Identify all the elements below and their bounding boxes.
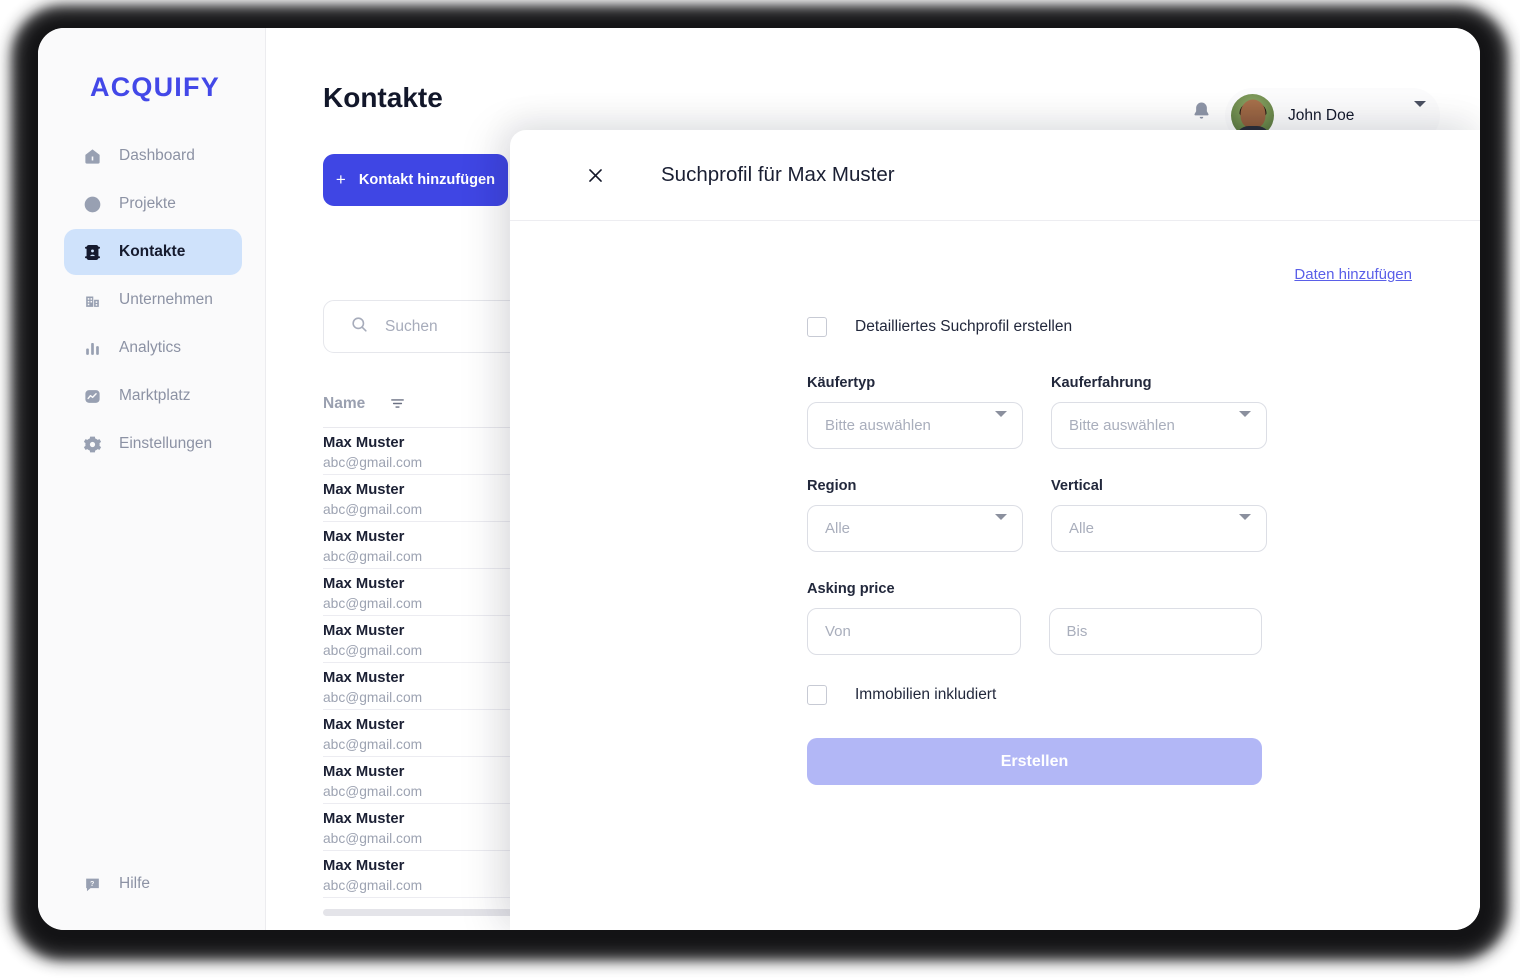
chevron-down-icon [1239,514,1251,537]
sidebar-item-label: Analytics [119,339,182,356]
region-select[interactable]: Alle [807,505,1023,552]
sidebar-nav: Dashboard Projekte Kontakte Unternehmen [64,133,242,469]
vertical-value: Alle [1069,520,1095,537]
buyer-experience-group: Kauferfahrung Bitte auswählen [1051,375,1267,449]
field-row-2: Region Alle Vertical Alle [807,478,1267,552]
sidebar-item-label: Einstellungen [119,435,213,452]
buyer-type-value: Bitte auswählen [825,417,931,434]
sidebar-item-label: Dashboard [119,147,195,164]
asking-price-to-placeholder: Bis [1066,623,1088,640]
column-header-name: Name [323,394,366,412]
asking-price-to-input[interactable]: Bis [1048,608,1262,655]
bar-chart-icon [82,338,102,358]
chevron-down-icon [1239,411,1251,434]
sidebar-item-unternehmen[interactable]: Unternehmen [64,277,242,323]
buyer-experience-value: Bitte auswählen [1069,417,1175,434]
detailed-profile-label: Detailliertes Suchprofil erstellen [855,318,1073,335]
user-name: John Doe [1288,106,1355,124]
sidebar-item-hilfe[interactable]: ? Hilfe [82,874,150,894]
vertical-group: Vertical Alle [1051,478,1267,552]
real-estate-label: Immobilien inkludiert [855,686,997,703]
sidebar-item-label: Unternehmen [119,291,213,308]
app-logo: ACQUIFY [90,72,220,102]
chevron-down-icon [1388,100,1426,125]
sidebar-item-label: Projekte [119,195,176,212]
buyer-type-select[interactable]: Bitte auswählen [807,402,1023,449]
asking-price-from-input[interactable]: Von [807,608,1021,655]
region-group: Region Alle [807,478,1023,552]
modal-header: Suchprofil für Max Muster [510,130,1480,221]
home-icon [82,146,102,166]
trend-square-icon [82,386,102,406]
chevron-down-icon [995,411,1007,434]
add-contact-button[interactable]: + Kontakt hinzufügen [323,154,508,206]
region-value: Alle [825,520,851,537]
sidebar-item-marktplatz[interactable]: Marktplatz [64,373,242,419]
svg-text:?: ? [90,880,94,888]
contact-card-icon [82,242,102,262]
check-circle-icon [82,194,102,214]
buyer-experience-select[interactable]: Bitte auswählen [1051,402,1267,449]
filter-icon[interactable] [389,395,406,412]
add-contact-label: Kontakt hinzufügen [358,172,496,188]
real-estate-row: Immobilien inkludiert [807,685,1262,705]
sidebar-item-kontakte[interactable]: Kontakte [64,229,242,275]
search-profile-modal: Suchprofil für Max Muster Daten hinzufüg… [510,130,1480,930]
sidebar-item-label: Kontakte [119,243,186,260]
notifications-button[interactable] [1190,100,1213,128]
asking-price-label: Asking price [807,581,895,597]
close-icon[interactable] [584,164,606,186]
search-icon [350,315,369,339]
vertical-label: Vertical [1051,478,1103,494]
real-estate-checkbox[interactable] [807,685,827,705]
region-label: Region [807,478,857,494]
asking-price-from-placeholder: Von [825,623,851,640]
sidebar-item-dashboard[interactable]: Dashboard [64,133,242,179]
detailed-profile-checkbox[interactable] [807,317,827,337]
chevron-down-icon [995,514,1007,537]
sidebar-item-projekte[interactable]: Projekte [64,181,242,227]
asking-price-group: Asking price Von Bis [807,581,1262,655]
search-profile-form: Detailliertes Suchprofil erstellen Käufe… [807,317,1267,785]
field-row-1: Käufertyp Bitte auswählen Kauferfahrung … [807,375,1267,449]
modal-title: Suchprofil für Max Muster [661,163,895,186]
buyer-experience-label: Kauferfahrung [1051,375,1152,391]
page-title: Kontakte [323,82,443,113]
help-bubble-icon: ? [82,874,102,894]
sidebar-item-analytics[interactable]: Analytics [64,325,242,371]
create-button[interactable]: Erstellen [807,738,1262,785]
app-window: ACQUIFY Dashboard Projekte Kontakte Unte… [38,28,1480,930]
search-placeholder: Suchen [385,317,438,335]
vertical-select[interactable]: Alle [1051,505,1267,552]
detailed-profile-row: Detailliertes Suchprofil erstellen [807,317,1262,337]
add-data-link[interactable]: Daten hinzufügen [1294,266,1412,283]
sidebar-item-label: Marktplatz [119,387,191,404]
plus-icon: + [335,170,346,189]
building-icon [82,290,102,310]
buyer-type-label: Käufertyp [807,375,876,391]
sidebar-item-label: Hilfe [119,875,151,892]
sidebar-item-einstellungen[interactable]: Einstellungen [64,421,242,467]
gear-icon [82,434,102,454]
sidebar: ACQUIFY Dashboard Projekte Kontakte Unte… [38,28,266,930]
buyer-type-group: Käufertyp Bitte auswählen [807,375,1023,449]
